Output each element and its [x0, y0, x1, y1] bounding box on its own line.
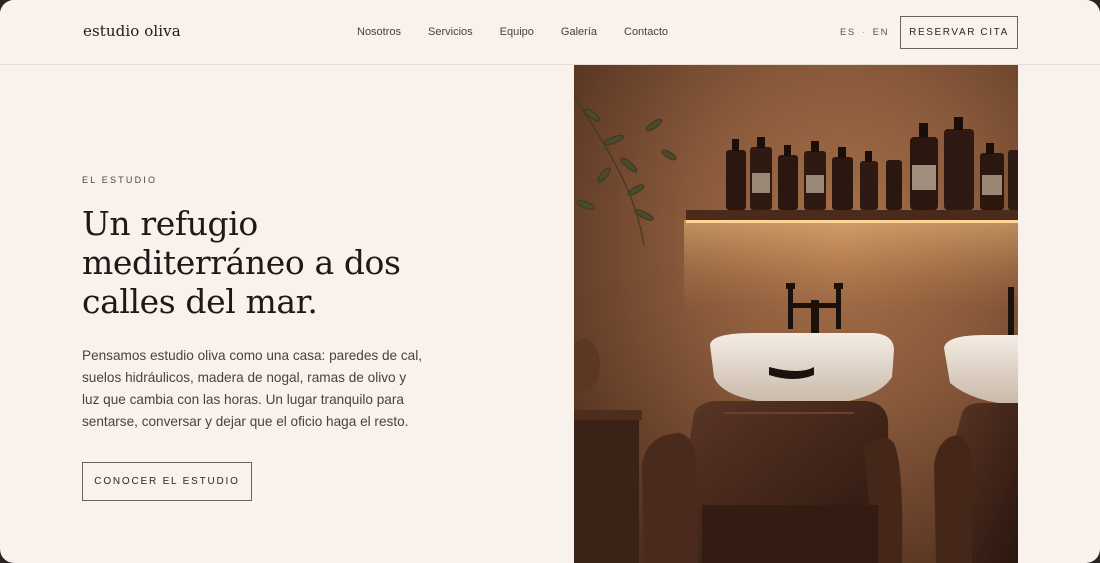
logo[interactable]: estudio oliva: [83, 22, 181, 40]
language-en[interactable]: EN: [873, 27, 889, 38]
salon-photo: [574, 65, 1018, 563]
wooden-shelf: [686, 210, 1018, 220]
language-separator: ·: [861, 27, 867, 38]
book-appointment-button[interactable]: RESERVAR CITA: [900, 16, 1018, 49]
language-switcher: ES · EN: [840, 27, 889, 38]
main-nav: Nosotros Servicios Equipo Galería Contac…: [357, 26, 695, 38]
discover-studio-button[interactable]: CONOCER EL ESTUDIO: [82, 462, 252, 501]
nav-item-contacto[interactable]: Contacto: [624, 26, 668, 38]
nav-item-nosotros[interactable]: Nosotros: [357, 26, 401, 38]
wash-basin: [710, 333, 894, 405]
hero-headline: Un refugio mediterráneo a dos calles del…: [82, 204, 401, 321]
page: estudio oliva Nosotros Servicios Equipo …: [0, 0, 1100, 563]
wooden-cabinet: [574, 410, 639, 563]
nav-item-equipo[interactable]: Equipo: [500, 26, 534, 38]
salon-interior-image: [574, 65, 1018, 563]
nav-item-galeria[interactable]: Galería: [561, 26, 597, 38]
language-es[interactable]: ES: [840, 27, 856, 38]
hero-body-text: Pensamos estudio oliva como una casa: pa…: [82, 348, 423, 429]
nav-item-servicios[interactable]: Servicios: [428, 26, 473, 38]
site-header: estudio oliva Nosotros Servicios Equipo …: [0, 0, 1100, 65]
section-eyebrow: EL ESTUDIO: [82, 175, 158, 185]
